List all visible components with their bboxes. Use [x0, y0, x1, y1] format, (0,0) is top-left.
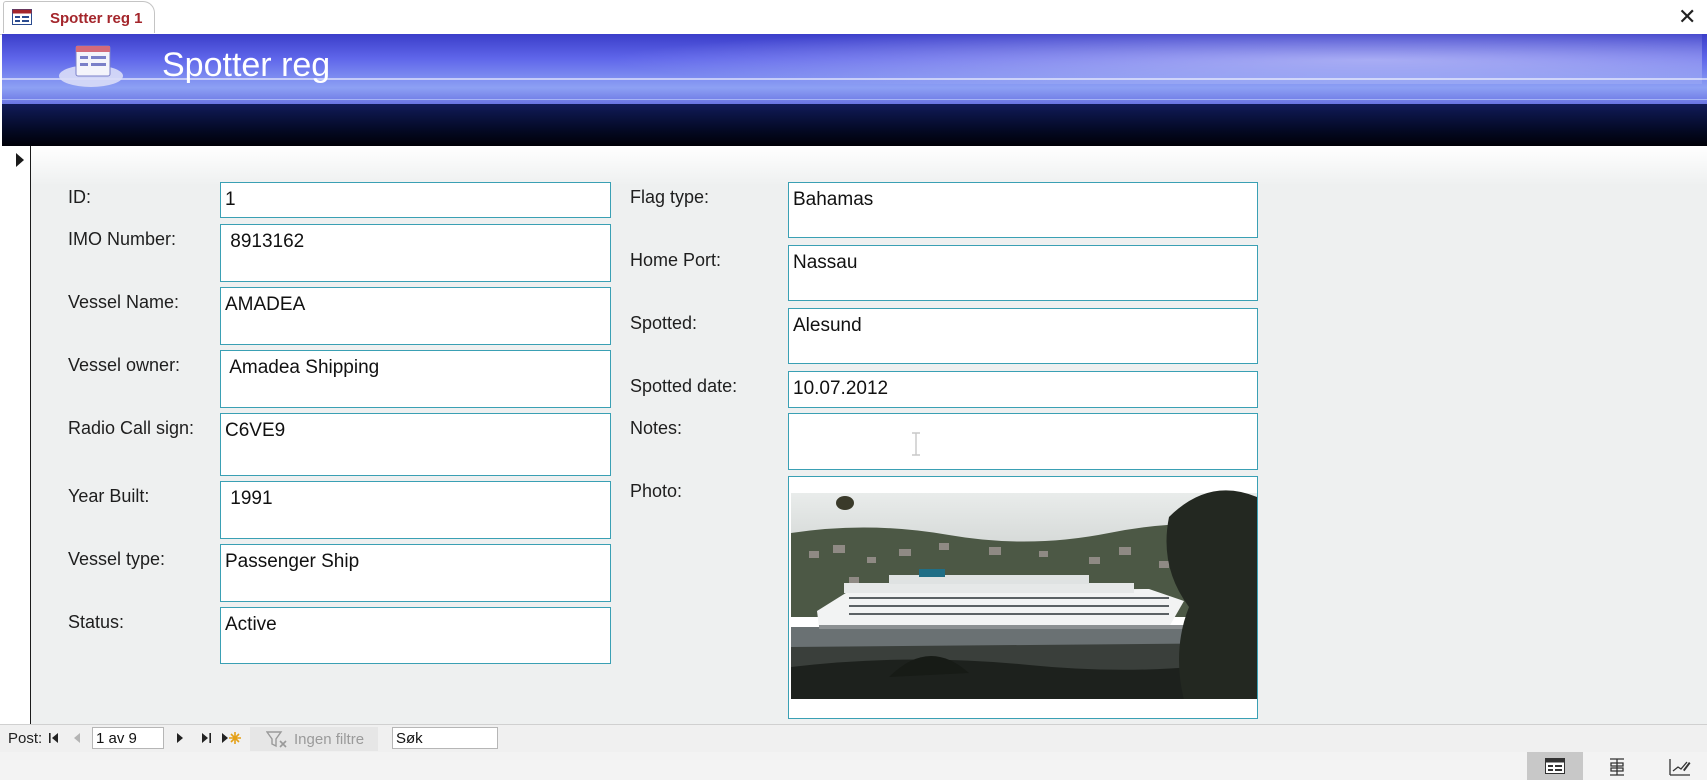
form-title: Spotter reg — [162, 46, 331, 84]
form-icon — [59, 45, 123, 87]
radio-call-sign-label: Radio Call sign: — [68, 418, 195, 438]
search-input[interactable]: Søk — [392, 727, 498, 749]
close-icon[interactable]: ✕ — [1678, 5, 1696, 29]
form-view-icon — [1545, 758, 1565, 774]
filter-clear-icon — [266, 731, 287, 748]
last-record-icon[interactable] — [198, 730, 214, 746]
vessel-name-label: Vessel Name: — [68, 292, 180, 312]
form-icon — [12, 9, 32, 25]
document-tab-bar: Spotter reg 1 ✕ — [0, 0, 1707, 35]
spotted-date-label: Spotted date: — [630, 376, 738, 396]
spotted-field[interactable]: Alesund — [788, 308, 1258, 364]
home-port-field[interactable]: Nassau — [788, 245, 1258, 301]
record-navigation-bar: Post: 1 av 9 Ingen filtre Søk — [0, 724, 1707, 753]
vessel-photo[interactable] — [788, 476, 1258, 719]
document-tab[interactable]: Spotter reg 1 — [3, 1, 155, 33]
current-record-text: 1 av 9 — [96, 730, 137, 747]
flag-type-label: Flag type: — [630, 187, 710, 207]
search-text: Søk — [396, 730, 423, 747]
imo-number-label: IMO Number: — [68, 229, 177, 249]
spotted-date-field[interactable]: 10.07.2012 — [788, 371, 1258, 408]
vessel-type-label: Vessel type: — [68, 549, 166, 569]
notes-field[interactable] — [788, 413, 1258, 470]
header-streak — [2, 99, 1707, 100]
year-built-field[interactable]: 1991 — [220, 481, 611, 539]
status-bar — [0, 752, 1707, 780]
status-label: Status: — [68, 612, 125, 632]
first-record-icon[interactable] — [46, 730, 62, 746]
id-label: ID: — [68, 187, 92, 207]
layout-view-button[interactable] — [1589, 752, 1645, 780]
home-port-label: Home Port: — [630, 250, 722, 270]
current-record-arrow-icon — [16, 153, 24, 167]
filter-status-text: Ingen filtre — [294, 731, 365, 748]
document-tab-title: Spotter reg 1 — [50, 10, 143, 27]
record-selector[interactable] — [2, 146, 31, 724]
imo-number-field[interactable]: 8913162 — [220, 224, 611, 282]
next-record-icon[interactable] — [172, 730, 188, 746]
text-cursor-icon — [912, 432, 920, 456]
cruise-ship-photo — [789, 477, 1257, 718]
previous-record-icon[interactable] — [69, 730, 85, 746]
design-view-button[interactable] — [1651, 752, 1707, 780]
vessel-owner-label: Vessel owner: — [68, 355, 181, 375]
current-record-box[interactable]: 1 av 9 — [92, 727, 164, 749]
radio-call-sign-field[interactable]: C6VE9 — [220, 413, 611, 476]
new-record-icon[interactable] — [220, 730, 242, 746]
design-view-icon — [1669, 759, 1691, 776]
form-view-button[interactable] — [1527, 752, 1583, 780]
vessel-owner-field[interactable]: Amadea Shipping — [220, 350, 611, 408]
year-built-label: Year Built: — [68, 486, 150, 506]
header-dark-band — [2, 104, 1707, 146]
spotted-label: Spotted: — [630, 313, 698, 333]
layout-view-icon — [1610, 758, 1624, 776]
photo-label: Photo: — [630, 481, 683, 501]
vessel-type-field[interactable]: Passenger Ship — [220, 544, 611, 602]
notes-label: Notes: — [630, 418, 683, 438]
vessel-name-field[interactable]: AMADEA — [220, 287, 611, 345]
status-field[interactable]: Active — [220, 607, 611, 664]
flag-type-field[interactable]: Bahamas — [788, 182, 1258, 238]
id-field[interactable]: 1 — [220, 182, 611, 218]
header-glow — [602, 34, 1702, 84]
form-header: Spotter reg — [2, 34, 1707, 146]
post-label: Post: — [8, 730, 43, 747]
